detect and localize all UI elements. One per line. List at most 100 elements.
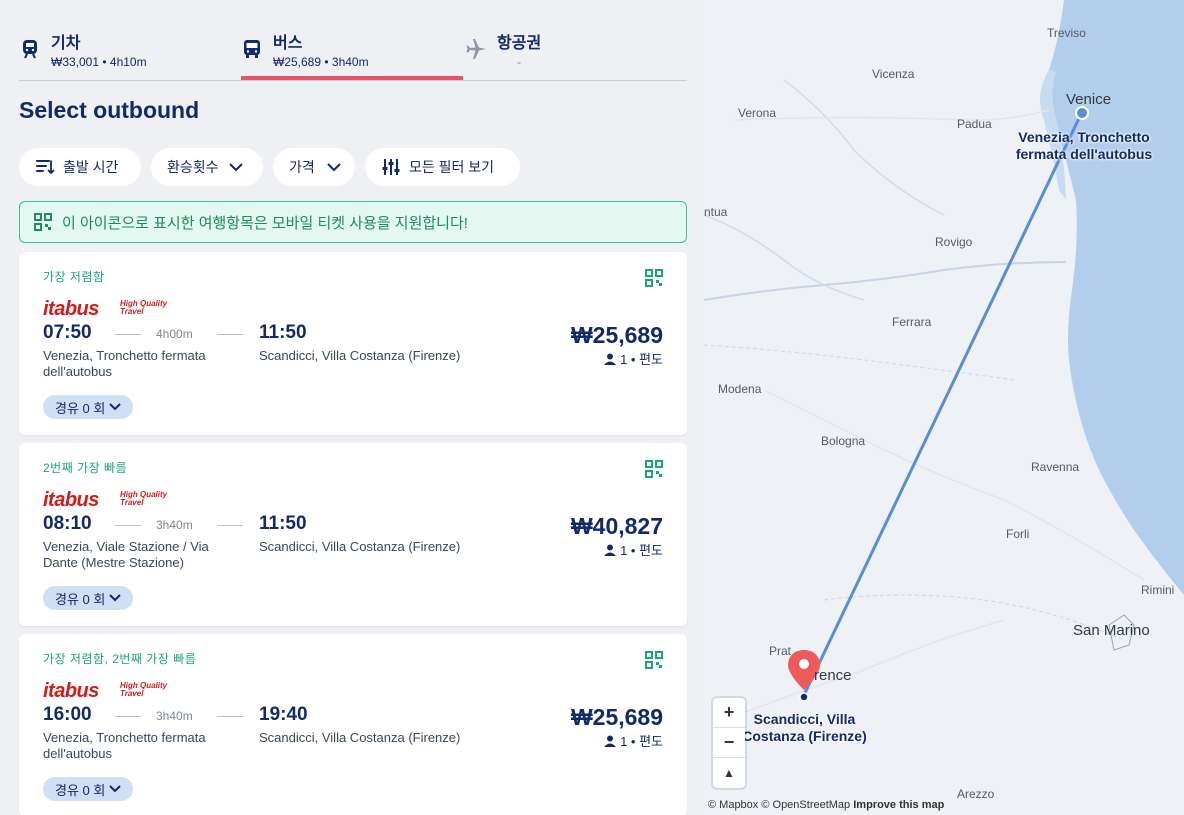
transfers-label: 환승횟수 (167, 159, 219, 175)
stops-label: 경유 0 회 (55, 400, 106, 416)
map-city: Bologna (821, 434, 866, 448)
passenger-text: 1 • 편도 (620, 352, 663, 367)
arrival-time: 19:40 (259, 704, 308, 725)
result-card[interactable]: 가장 저렴함, 2번째 가장 빠름 itabus High Quality Tr… (19, 634, 687, 815)
map-city: Forli (1006, 527, 1030, 541)
stops-toggle[interactable]: 경유 0 회 (43, 777, 134, 801)
price-label: 가격 (289, 159, 315, 175)
map-city: Arezzo (957, 787, 995, 801)
map-city: Ferrara (892, 315, 932, 329)
map-city: Padua (957, 117, 992, 131)
divider (115, 334, 141, 335)
stops-toggle[interactable]: 경유 0 회 (43, 395, 134, 419)
departure-time: 08:10 (43, 513, 92, 534)
result-card[interactable]: 가장 저렴함 itabus High Quality Travel 07:50 … (19, 252, 687, 435)
operator-tagline: High Quality Travel (120, 490, 168, 507)
divider (115, 716, 141, 717)
transfers-filter-button[interactable]: 환승횟수 (151, 148, 263, 186)
qr-code-icon (645, 651, 663, 669)
departure-time: 07:50 (43, 322, 92, 343)
trip-duration: 4h00m (156, 327, 193, 341)
attribution-text: © Mapbox © OpenStreetMap (708, 799, 851, 811)
operator-name: itabus (43, 298, 99, 320)
bus-icon (244, 40, 260, 58)
arrival-time: 11:50 (259, 513, 307, 534)
price-filter-button[interactable]: 가격 (273, 148, 355, 186)
passenger-info: 1 • 편도 (604, 349, 663, 368)
departure-station: Venezia, Viale Stazione / Via Dante (Mes… (43, 539, 209, 570)
tab-flight-label: 항공권 (497, 35, 542, 52)
map-attribution: © Mapbox © OpenStreetMap Improve this ma… (708, 799, 944, 811)
zoom-controls: + − ▲ (713, 698, 745, 788)
map-city: Treviso (1047, 26, 1086, 40)
chevron-down-icon (109, 594, 122, 602)
result-card[interactable]: 2번째 가장 빠름 itabus High Quality Travel 08:… (19, 443, 687, 626)
passenger-info: 1 • 편도 (604, 540, 663, 559)
qr-code-icon (645, 460, 663, 478)
zoom-in-button[interactable]: + (713, 698, 745, 728)
all-filters-label: 모든 필터 보기 (409, 159, 495, 175)
trip-duration: 3h40m (156, 518, 193, 532)
arrival-station: Scandicci, Villa Costanza (Firenze) (259, 539, 461, 554)
transport-mode-tabs: 기차 ₩33,001 • 4h10m 버스 ₩25,689 • 3h40m 항공… (19, 0, 687, 81)
operator-logo: itabus High Quality Travel (43, 298, 167, 320)
tab-train-summary: ₩33,001 • 4h10m (51, 55, 147, 69)
map-city: Rovigo (935, 235, 973, 249)
divider (115, 525, 141, 526)
selected-tab-indicator (241, 76, 463, 80)
improve-map-link[interactable]: Improve this map (853, 799, 944, 811)
operator-name: itabus (43, 489, 99, 511)
tab-train[interactable]: 기차 ₩33,001 • 4h10m (19, 28, 219, 80)
chevron-down-icon (109, 785, 122, 793)
passenger-info: 1 • 편도 (604, 731, 663, 750)
stops-label: 경유 0 회 (55, 591, 106, 607)
trip-duration: 3h40m (156, 709, 193, 723)
train-icon (23, 40, 37, 59)
arrival-time: 11:50 (259, 322, 307, 343)
chevron-down-icon (109, 403, 122, 411)
notice-text: 이 아이콘으로 표시한 여행항목은 모바일 티켓 사용을 지원합니다! (62, 214, 468, 232)
zoom-out-button[interactable]: − (713, 728, 745, 758)
all-filters-button[interactable]: 모든 필터 보기 (365, 148, 520, 186)
route-map[interactable]: Treviso Vicenza Venice Verona Padua ntua… (704, 0, 1184, 815)
arrival-station: Scandicci, Villa Costanza (Firenze) (259, 730, 461, 745)
operator-tagline: High Quality Travel (120, 681, 168, 698)
stops-toggle[interactable]: 경유 0 회 (43, 586, 134, 610)
tab-flight[interactable]: 항공권 - (465, 28, 665, 80)
map-city: rence (814, 667, 852, 684)
divider (217, 716, 243, 717)
stops-label: 경유 0 회 (55, 782, 106, 798)
result-tag: 가장 저렴함 (43, 270, 105, 284)
person-icon (604, 544, 617, 556)
ticket-price: ₩40,827 (570, 513, 663, 539)
plane-icon (466, 39, 486, 59)
tab-flight-summary: - (517, 55, 521, 69)
filter-sliders-icon (382, 159, 400, 175)
map-city: ntua (704, 205, 728, 219)
passenger-text: 1 • 편도 (620, 734, 663, 749)
chevron-down-icon (327, 163, 341, 172)
arrival-station: Scandicci, Villa Costanza (Firenze) (259, 348, 461, 363)
passenger-text: 1 • 편도 (620, 543, 663, 558)
person-icon (604, 353, 617, 365)
operator-logo: itabus High Quality Travel (43, 489, 167, 511)
tab-bus[interactable]: 버스 ₩25,689 • 3h40m (241, 28, 463, 80)
chevron-down-icon (228, 163, 243, 172)
sort-departure-button[interactable]: 출발 시간 (19, 148, 141, 186)
divider (217, 525, 243, 526)
departure-station: Venezia, Tronchetto fermata dell'autobus (43, 730, 206, 761)
origin-label: Venezia, Tronchetto fermata dell'autobus (1015, 129, 1153, 162)
mobile-ticket-notice: 이 아이콘으로 표시한 여행항목은 모바일 티켓 사용을 지원합니다! (19, 201, 687, 243)
operator-name: itabus (43, 680, 99, 702)
sort-label: 출발 시간 (63, 159, 119, 175)
qr-code-icon (645, 269, 663, 287)
result-tag: 가장 저렴함, 2번째 가장 빠름 (43, 652, 197, 666)
result-tag: 2번째 가장 빠름 (43, 461, 128, 475)
map-background (704, 0, 1184, 721)
tab-bus-summary: ₩25,689 • 3h40m (273, 55, 369, 69)
compass-button[interactable]: ▲ (713, 758, 745, 788)
map-city: Prat (769, 644, 792, 658)
map-city: Modena (718, 382, 762, 396)
map-city: Rimini (1141, 583, 1175, 597)
origin-marker (1075, 106, 1089, 120)
